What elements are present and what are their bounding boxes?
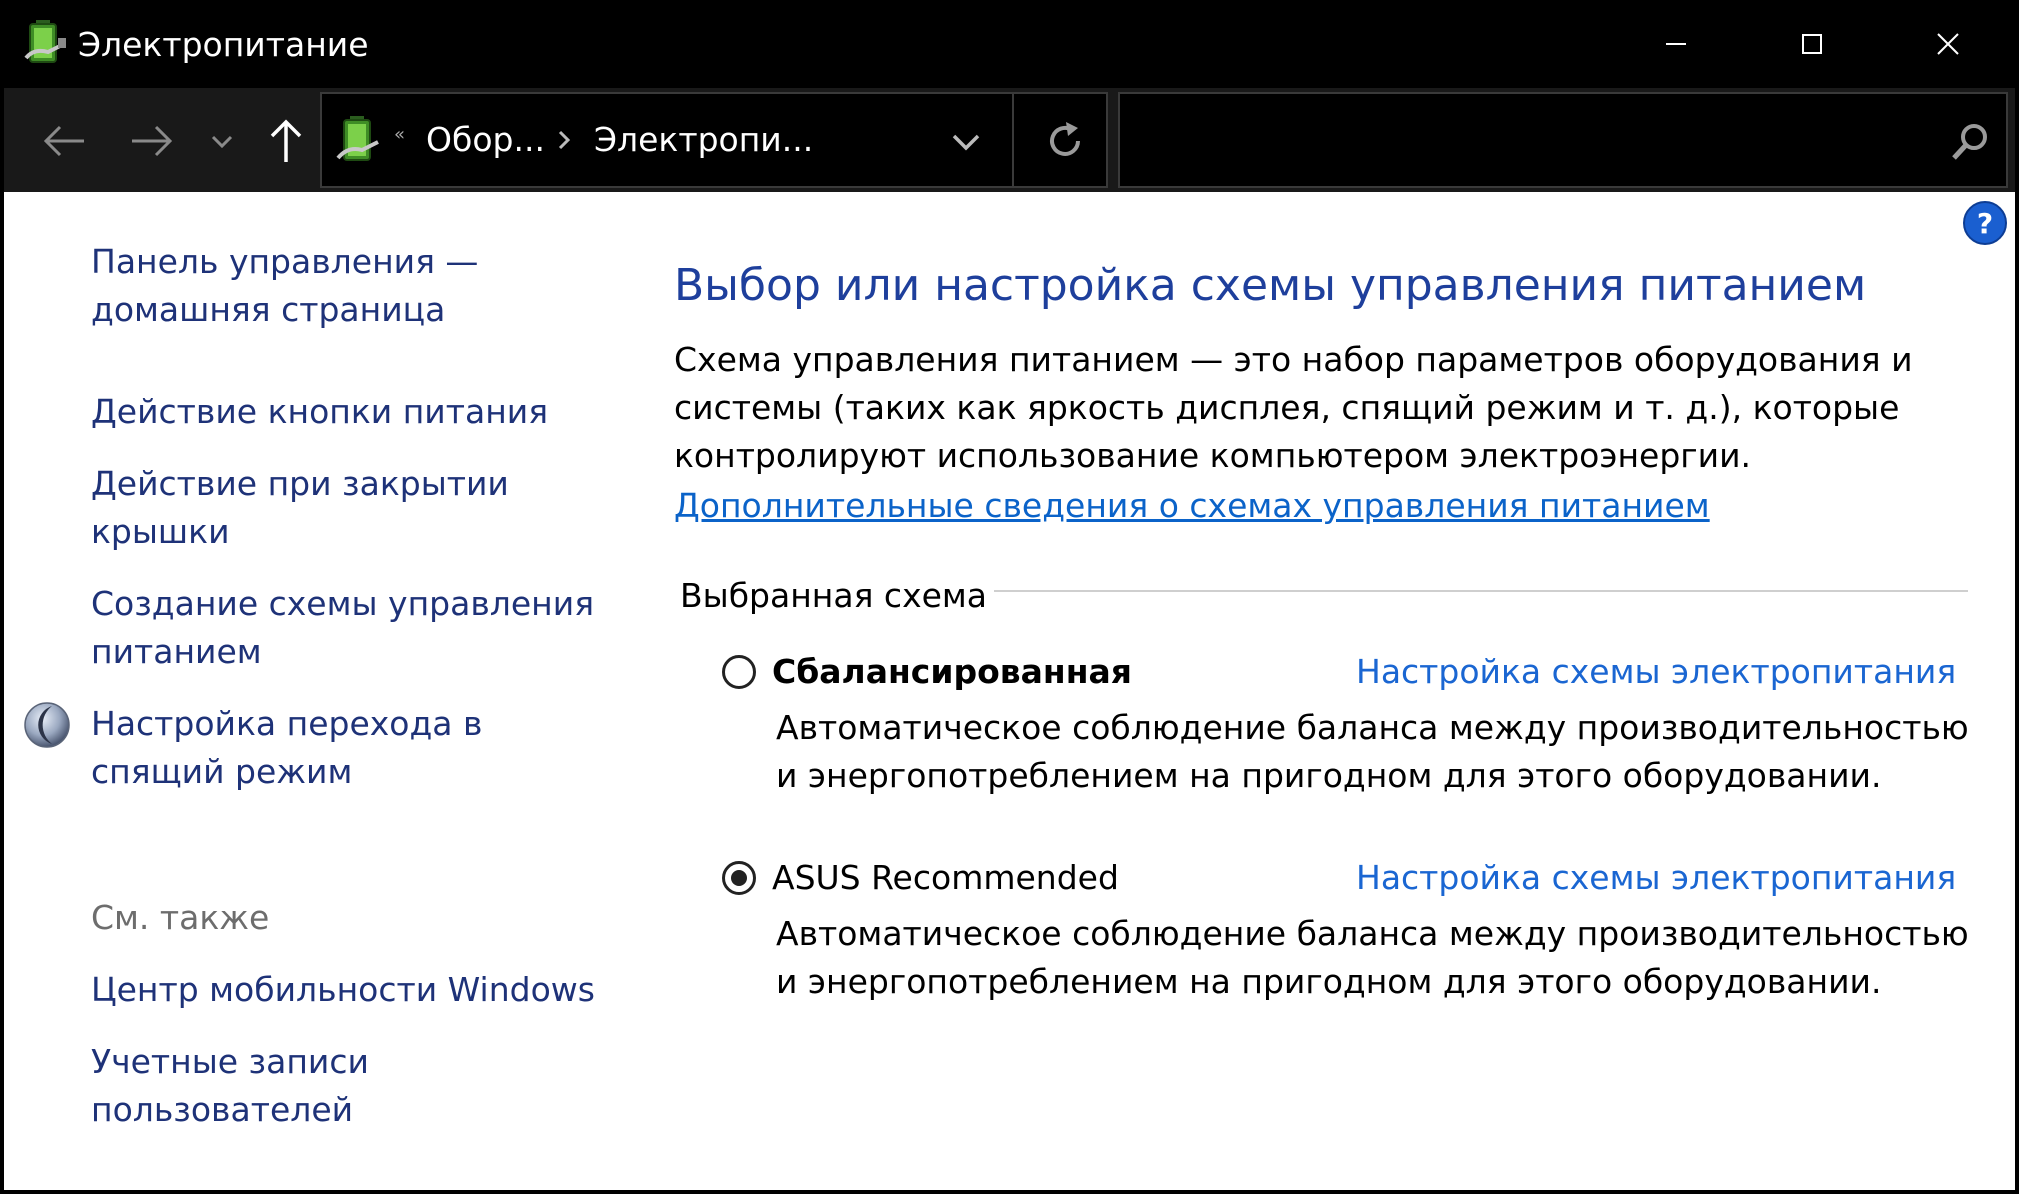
- content-area: ? Панель управления — домашняя страница …: [4, 192, 2015, 1190]
- power-options-window: Электропитание « Обор... Электропи... ? …: [4, 0, 2015, 1190]
- sidebar-item-lid-close[interactable]: Действие при закрытии крышки: [91, 460, 611, 556]
- maximize-icon: [1802, 34, 1822, 54]
- forward-button[interactable]: [122, 114, 182, 168]
- title-bar: Электропитание: [4, 0, 2015, 88]
- address-bar[interactable]: « Обор... Электропи...: [320, 92, 1108, 188]
- group-divider: [994, 590, 1968, 592]
- selected-plan-group-label: Выбранная схема: [680, 576, 988, 615]
- arrow-left-icon: [43, 125, 84, 157]
- page-description: Схема управления питанием — это набор па…: [674, 340, 1913, 475]
- see-also-heading: См. также: [91, 898, 270, 937]
- overflow-chevron-icon[interactable]: «: [394, 124, 405, 145]
- plan-settings-link-asus[interactable]: Настройка схемы электропитания: [1356, 854, 1956, 902]
- navigation-bar: « Обор... Электропи...: [4, 88, 2015, 192]
- battery-icon: [24, 20, 66, 63]
- plan-settings-link-balanced[interactable]: Настройка схемы электропитания: [1356, 648, 1956, 696]
- page-title: Выбор или настройка схемы управления пит…: [674, 260, 1867, 311]
- sidebar-item-user-accounts[interactable]: Учетные записи пользователей: [91, 1038, 611, 1134]
- search-input[interactable]: [1118, 92, 2008, 188]
- arrow-right-icon: [132, 125, 173, 157]
- chevron-down-icon: [211, 135, 233, 149]
- svg-text:?: ?: [1977, 207, 1993, 240]
- sidebar-item-power-button[interactable]: Действие кнопки питания: [91, 388, 611, 436]
- address-divider: [1012, 94, 1014, 186]
- plan-name-asus[interactable]: ASUS Recommended: [772, 854, 1119, 902]
- minimize-button[interactable]: [1608, 0, 1744, 88]
- plan-description-balanced: Автоматическое соблюдение баланса между …: [776, 708, 1969, 795]
- plan-radio-asus[interactable]: [722, 861, 756, 895]
- more-info-link[interactable]: Дополнительные сведения о схемах управле…: [674, 482, 1710, 530]
- sidebar-item-mobility-center[interactable]: Центр мобильности Windows: [91, 966, 611, 1014]
- plan-description-asus: Автоматическое соблюдение баланса между …: [776, 914, 1969, 1001]
- breadcrumb-power-options[interactable]: Электропи...: [594, 118, 813, 162]
- close-button[interactable]: [1880, 0, 2015, 88]
- sidebar-item-create-plan[interactable]: Создание схемы управления питанием: [91, 580, 611, 676]
- minimize-icon: [1666, 43, 1686, 45]
- chevron-right-icon[interactable]: [554, 124, 576, 156]
- maximize-button[interactable]: [1744, 0, 1880, 88]
- plan-name-balanced[interactable]: Сбалансированная: [772, 648, 1132, 696]
- window-title: Электропитание: [78, 25, 369, 64]
- plan-radio-balanced[interactable]: [722, 655, 756, 689]
- arrow-up-icon: [270, 119, 302, 162]
- recent-locations-button[interactable]: [204, 118, 240, 164]
- refresh-icon[interactable]: [1042, 118, 1088, 164]
- moon-icon: [24, 702, 70, 748]
- chevron-down-icon[interactable]: [946, 122, 986, 162]
- back-button[interactable]: [34, 114, 94, 168]
- battery-icon: [336, 116, 379, 161]
- help-icon[interactable]: ?: [1962, 200, 2008, 246]
- sidebar-item-sleep-settings[interactable]: Настройка перехода в спящий режим: [91, 700, 611, 796]
- search-icon[interactable]: [1950, 122, 1990, 162]
- up-button[interactable]: [258, 110, 314, 170]
- control-panel-home-link[interactable]: Панель управления — домашняя страница: [91, 238, 611, 334]
- breadcrumb-hardware[interactable]: Обор...: [426, 118, 545, 162]
- close-icon: [1937, 33, 1959, 55]
